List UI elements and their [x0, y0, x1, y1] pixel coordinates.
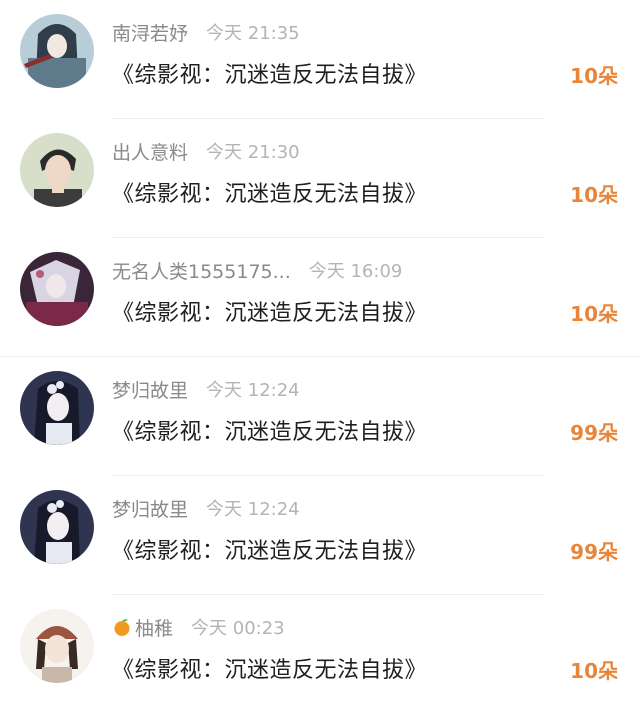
- gift-count: 99朵: [570, 421, 618, 445]
- avatar[interactable]: [20, 14, 94, 88]
- book-title[interactable]: 《综影视：沉迷造反无法自拔》: [112, 57, 427, 89]
- gift-count: 99朵: [570, 540, 618, 564]
- book-title[interactable]: 《综影视：沉迷造反无法自拔》: [112, 414, 427, 446]
- avatar[interactable]: [20, 252, 94, 326]
- record-meta: 梦归故里 今天 12:24: [112, 494, 300, 522]
- book-title[interactable]: 《综影视：沉迷造反无法自拔》: [112, 533, 427, 565]
- avatar-image: [20, 371, 94, 445]
- record-meta: 柚稚 今天 00:23: [112, 613, 285, 641]
- book-title[interactable]: 《综影视：沉迷造反无法自拔》: [112, 652, 427, 684]
- record-meta: 无名人类1555175... 今天 16:09: [112, 256, 402, 284]
- avatar-image: [20, 133, 94, 207]
- list-item[interactable]: 出人意料 今天 21:30 《综影视：沉迷造反无法自拔》 10朵: [0, 119, 640, 238]
- list-item[interactable]: 梦归故里 今天 12:24 《综影视：沉迷造反无法自拔》 99朵: [0, 357, 640, 476]
- orange-icon: [112, 617, 132, 637]
- list-item[interactable]: 南浔若妤 今天 21:35 《综影视：沉迷造反无法自拔》 10朵: [0, 0, 640, 119]
- avatar[interactable]: [20, 490, 94, 564]
- avatar-image: [20, 14, 94, 88]
- avatar-image: [20, 609, 94, 683]
- avatar[interactable]: [20, 133, 94, 207]
- avatar-image: [20, 252, 94, 326]
- username[interactable]: 无名人类1555175...: [112, 257, 291, 284]
- gift-count: 10朵: [570, 302, 618, 326]
- username[interactable]: 梦归故里: [112, 495, 188, 522]
- book-title[interactable]: 《综影视：沉迷造反无法自拔》: [112, 176, 427, 208]
- book-title[interactable]: 《综影视：沉迷造反无法自拔》: [112, 295, 427, 327]
- timestamp: 今天 21:35: [206, 23, 300, 44]
- timestamp: 今天 12:24: [206, 380, 300, 401]
- username[interactable]: 南浔若妤: [112, 19, 188, 46]
- avatar-image: [20, 490, 94, 564]
- username[interactable]: 出人意料: [112, 138, 188, 165]
- avatar[interactable]: [20, 609, 94, 683]
- list-item[interactable]: 无名人类1555175... 今天 16:09 《综影视：沉迷造反无法自拔》 1…: [0, 238, 640, 357]
- list-item[interactable]: 梦归故里 今天 12:24 《综影视：沉迷造反无法自拔》 99朵: [0, 476, 640, 595]
- gift-count: 10朵: [570, 183, 618, 207]
- timestamp: 今天 00:23: [191, 618, 285, 639]
- username[interactable]: 梦归故里: [112, 376, 188, 403]
- list-item[interactable]: 柚稚 今天 00:23 《综影视：沉迷造反无法自拔》 10朵: [0, 595, 640, 703]
- username[interactable]: 柚稚: [135, 614, 173, 641]
- timestamp: 今天 16:09: [308, 261, 403, 282]
- record-meta: 梦归故里 今天 12:24: [112, 375, 300, 403]
- gift-records-list: 南浔若妤 今天 21:35 《综影视：沉迷造反无法自拔》 10朵 出人意料 今天…: [0, 0, 640, 703]
- gift-count: 10朵: [570, 64, 618, 88]
- avatar[interactable]: [20, 371, 94, 445]
- timestamp: 今天 21:30: [206, 142, 300, 163]
- gift-count: 10朵: [570, 659, 618, 683]
- timestamp: 今天 12:24: [206, 499, 300, 520]
- record-meta: 南浔若妤 今天 21:35: [112, 18, 300, 46]
- record-meta: 出人意料 今天 21:30: [112, 137, 300, 165]
